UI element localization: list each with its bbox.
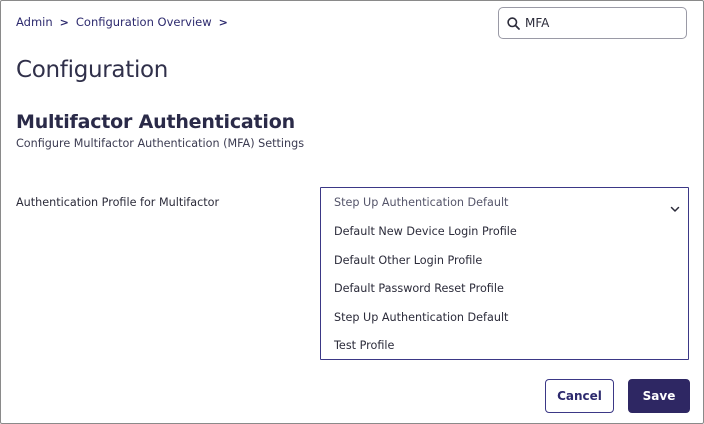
- window-frame: Admin > Configuration Overview > Configu…: [0, 0, 704, 424]
- save-button[interactable]: Save: [628, 379, 690, 413]
- search-icon: [507, 16, 520, 30]
- chevron-down-icon[interactable]: [670, 198, 680, 217]
- breadcrumb-admin[interactable]: Admin: [16, 15, 53, 29]
- dropdown-option[interactable]: Default Other Login Profile: [321, 247, 688, 276]
- section-title: Multifactor Authentication: [16, 111, 295, 133]
- breadcrumb-separator: >: [218, 15, 228, 29]
- breadcrumb: Admin > Configuration Overview >: [16, 15, 235, 29]
- dropdown-option[interactable]: Default Password Reset Profile: [321, 275, 688, 304]
- section-subtitle: Configure Multifactor Authentication (MF…: [16, 137, 305, 150]
- search-input[interactable]: [525, 16, 675, 30]
- dropdown-options-list: Default New Device Login Profile Default…: [321, 218, 688, 361]
- search-box[interactable]: [498, 7, 687, 39]
- dropdown-option[interactable]: Default New Device Login Profile: [321, 218, 688, 247]
- dropdown-option[interactable]: Step Up Authentication Default: [321, 304, 688, 333]
- auth-profile-label: Authentication Profile for Multifactor: [16, 196, 220, 209]
- cancel-button[interactable]: Cancel: [545, 379, 614, 413]
- dropdown-selected-value[interactable]: Step Up Authentication Default: [334, 196, 508, 209]
- page-title: Configuration: [16, 57, 169, 83]
- dropdown-option[interactable]: Test Profile: [321, 332, 688, 361]
- auth-profile-dropdown[interactable]: Step Up Authentication Default Default N…: [320, 187, 689, 360]
- breadcrumb-configuration-overview[interactable]: Configuration Overview: [76, 15, 212, 29]
- breadcrumb-separator: >: [59, 15, 69, 29]
